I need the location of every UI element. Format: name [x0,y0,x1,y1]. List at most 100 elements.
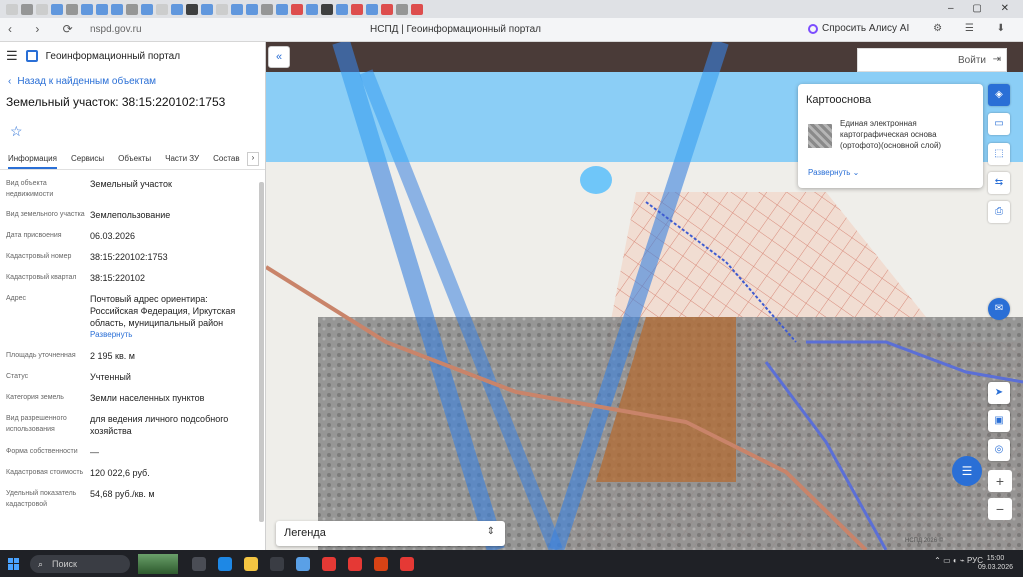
attr-value: 54,68 руб./кв. м [90,489,155,499]
start-button-icon[interactable] [8,557,20,570]
tabs-more-button[interactable]: › [247,152,259,166]
taskbar-search[interactable]: Поиск [30,554,130,573]
layers-tool-icon[interactable]: ◈ [988,84,1010,106]
collapse-panel-button[interactable]: « [268,46,290,68]
tab-icon[interactable] [351,3,363,15]
attr-row: Вид объекта недвижимости Земельный участ… [6,178,265,200]
clock[interactable]: 15:00 09.03.2026 [978,554,1013,572]
zoom-out-button[interactable]: − [988,498,1012,520]
panel-scrollbar[interactable] [259,182,264,522]
tab-icon[interactable] [276,3,288,15]
tab-icon[interactable] [321,3,333,15]
attr-value: Землепользование [90,210,171,220]
tab-icon[interactable] [201,3,213,15]
login-label: Войти [958,55,986,66]
login-bar[interactable]: Войти ⇥ [857,48,1007,72]
tab-icon[interactable] [336,3,348,15]
app-icon[interactable] [270,556,284,571]
print-tool-icon[interactable]: ⎙ [988,201,1010,223]
tab-icon[interactable] [21,3,33,15]
back-link[interactable]: ‹ Назад к найденным объектам [0,76,265,87]
attr-value: 2 195 кв. м [90,351,135,361]
tab-icon[interactable] [81,3,93,15]
legend-dropdown[interactable]: Легенда ⇕ [276,521,505,546]
taskbar-widget[interactable] [138,553,178,574]
alice-button[interactable]: Спросить Алису AI [808,23,909,34]
attr-value: Почтовый адрес ориентира: Российская Фед… [90,294,236,328]
tab-icon[interactable] [246,3,258,15]
attr-value: Земельный участок [90,179,172,189]
attr-key: Вид разрешенного использования [6,415,67,433]
menu-icon[interactable]: ☰ [6,48,18,64]
tab-icon[interactable] [171,3,183,15]
tab-icon[interactable] [36,3,48,15]
attr-row: Удельный показатель кадастровой 54,68 ру… [6,488,265,510]
tab-icon[interactable] [96,3,108,15]
tab-info[interactable]: Информация [8,154,57,169]
attr-value: Земли населенных пунктов [90,393,205,403]
basemap-panel: Картооснова Единая электронная картограф… [798,84,983,188]
yandex-browser-icon[interactable] [348,556,362,571]
tab-icon[interactable] [261,3,273,15]
tab-icon[interactable] [126,3,138,15]
tab-icon[interactable] [216,3,228,15]
tab-parts[interactable]: Части ЗУ [165,154,199,163]
app-icon[interactable] [296,556,310,571]
tab-icon[interactable] [381,3,393,15]
select-area-tool-icon[interactable]: ⬚ [988,143,1010,165]
address-bar: ‹ › ⟳ nspd.gov.ru НСПД | Геоинформационн… [0,18,1023,42]
attr-row: Площадь уточненная 2 195 кв. м [6,350,265,362]
compass-tool-icon[interactable]: ◎ [988,439,1010,461]
basemap-expand-link[interactable]: Развернуть ⌄ [808,168,859,177]
explorer-icon[interactable] [244,556,258,571]
chat-fab-icon[interactable]: ☰ [952,456,982,486]
tab-icon[interactable] [111,3,123,15]
tab-icon[interactable] [141,3,153,15]
attr-row: Адрес Почтовый адрес ориентира: Российск… [6,293,265,341]
tab-icon[interactable] [66,3,78,15]
browser-tools-icon[interactable]: ⚙ ☰ ⬇ [933,23,1015,34]
locate-tool-icon[interactable]: ➤ [988,382,1010,404]
attr-key: Статус [6,373,29,380]
tab-icon[interactable] [51,3,63,15]
powerpoint-icon[interactable] [374,556,388,571]
system-tray[interactable]: ⌃ ▭ ◐ ⌁ РУС [934,556,983,565]
tab-icon[interactable] [291,3,303,15]
zoom-in-button[interactable]: + [988,470,1012,492]
url-field[interactable]: nspd.gov.ru [90,24,142,35]
ruler-tool-icon[interactable]: ▭ [988,113,1010,135]
tab-icon[interactable] [231,3,243,15]
legend-label: Легенда [284,527,326,539]
basemap-expand-label: Развернуть [808,168,851,177]
tab-icon[interactable] [396,3,408,15]
attr-key: Кадастровый квартал [6,274,77,281]
chat-assistant-icon[interactable]: ✉ [988,298,1010,320]
window-controls[interactable]: – ▢ ✕ [948,3,1017,14]
tab-composition[interactable]: Состав [213,154,240,163]
page-title: НСПД | Геоинформационный портал [370,24,541,35]
basemap-thumbnail[interactable] [808,124,832,148]
portal-header: ☰ Геоинформационный портал [0,42,265,70]
nav-buttons-icon[interactable]: ‹ › ⟳ [8,22,83,36]
tab-icon[interactable] [186,3,198,15]
yandex-icon[interactable] [400,556,414,571]
task-view-icon[interactable] [192,556,206,571]
tab-icon[interactable] [156,3,168,15]
edge-icon[interactable] [218,556,232,571]
attr-row: Категория земель Земли населенных пункто… [6,392,265,404]
share-tool-icon[interactable]: ⇆ [988,172,1010,194]
tab-objects[interactable]: Объекты [118,154,151,163]
attr-row: Форма собственности — [6,446,265,458]
tab-icon[interactable] [6,3,18,15]
minimap-tool-icon[interactable]: ▣ [988,410,1010,432]
favorite-star-icon[interactable]: ☆ [10,123,265,140]
tab-icon[interactable] [306,3,318,15]
attr-value: 120 022,6 руб. [90,468,150,478]
browser-tab-strip: – ▢ ✕ [0,0,1023,18]
tab-services[interactable]: Сервисы [71,154,104,163]
tab-icon[interactable] [366,3,378,15]
yandex-icon[interactable] [322,556,336,571]
expand-address-link[interactable]: Развернуть [90,329,250,341]
taskbar-apps [192,556,414,571]
tab-icon[interactable] [411,3,423,15]
